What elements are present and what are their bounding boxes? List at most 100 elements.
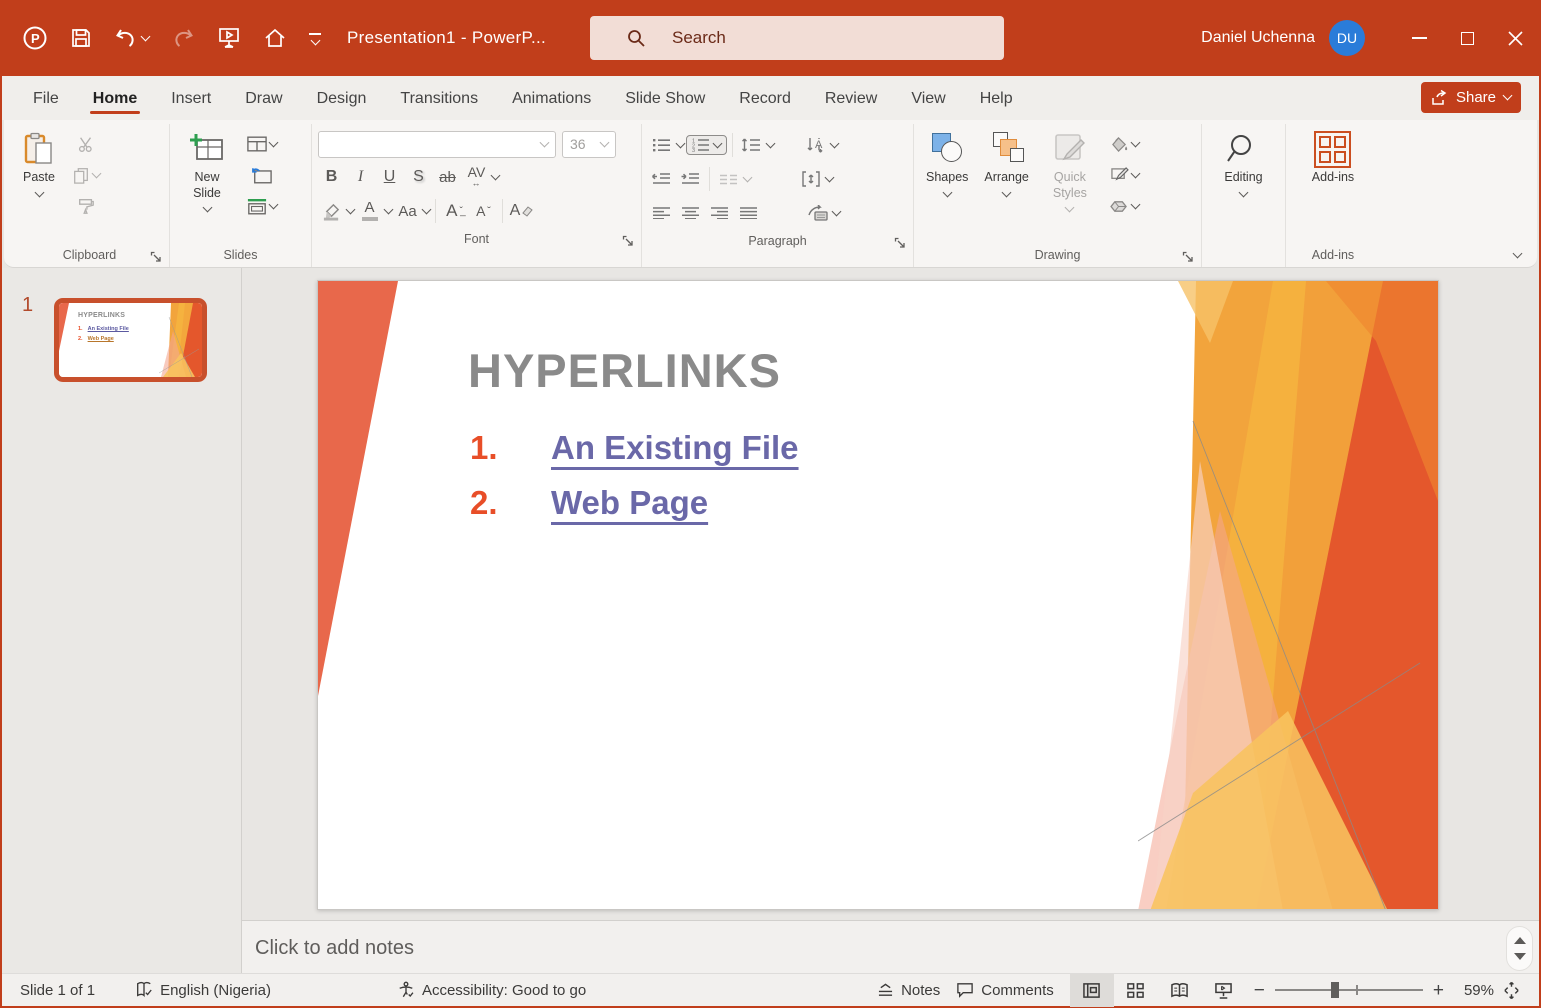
line-spacing-chevron[interactable] [765,138,776,148]
text-direction-chevron[interactable] [829,138,840,148]
home-button[interactable] [263,26,287,50]
minimize-button[interactable] [1395,0,1443,76]
character-spacing-button[interactable]: AV ↔ [463,164,490,191]
bullets-button[interactable] [648,132,675,159]
change-case-button[interactable]: Aa [394,198,421,225]
numbering-chevron[interactable] [712,138,723,148]
spell-check-button[interactable]: English (Nigeria) [127,974,279,1007]
slide-sorter-view-button[interactable] [1114,974,1158,1007]
tab-view[interactable]: View [894,81,962,116]
align-center-button[interactable] [677,200,704,227]
highlight-chevron[interactable] [345,204,356,214]
undo-dropdown-chevron[interactable] [140,31,151,41]
search-box[interactable] [590,16,1004,60]
addins-button[interactable]: Add-ins [1306,126,1360,243]
arrange-chevron[interactable] [1001,187,1012,198]
new-slide-chevron[interactable] [202,202,212,213]
start-slideshow-button[interactable] [217,26,241,50]
convert-smartart-chevron[interactable] [831,206,842,216]
normal-view-button[interactable] [1069,973,1114,1007]
shape-effects-button[interactable] [1105,192,1145,220]
zoom-in-button[interactable]: + [1433,981,1444,1000]
slide[interactable]: HYPERLINKS 1. An Existing File 2. Web Pa… [317,280,1439,910]
arrange-button[interactable]: Arrange [978,126,1034,243]
align-right-button[interactable] [706,200,733,227]
tab-insert[interactable]: Insert [154,81,228,116]
decrease-font-button[interactable]: A ˘ [470,198,497,225]
increase-font-button[interactable]: A ˇ̲ [441,198,468,225]
search-input[interactable] [672,28,972,48]
italic-button[interactable]: I [347,164,374,191]
comments-toggle-button[interactable]: Comments [948,974,1062,1007]
text-shadow-button[interactable]: S [405,164,432,191]
text-direction-button[interactable]: A [802,132,829,159]
tab-file[interactable]: File [16,81,76,116]
paste-chevron[interactable] [34,187,44,198]
clear-formatting-button[interactable]: A [508,198,535,225]
save-button[interactable] [70,27,92,49]
underline-button[interactable]: U [376,164,403,191]
decrease-indent-button[interactable] [648,166,675,193]
new-slide-button[interactable]: New Slide [176,126,238,243]
shape-fill-button[interactable] [1105,130,1145,158]
clipboard-dialog-launcher[interactable] [150,251,161,262]
tab-record[interactable]: Record [722,81,808,116]
customize-qat-button[interactable] [309,32,321,45]
tab-slide-show[interactable]: Slide Show [608,81,722,116]
tab-design[interactable]: Design [300,81,384,116]
drawing-dialog-launcher[interactable] [1182,251,1193,262]
editing-chevron[interactable] [1238,187,1249,198]
slide-indicator[interactable]: Slide 1 of 1 [12,974,103,1007]
slide-layout-button[interactable] [242,130,282,158]
font-color-button[interactable]: A [356,198,383,225]
strikethrough-button[interactable]: ab [434,164,461,191]
close-button[interactable] [1491,0,1539,76]
share-button[interactable]: Share [1420,82,1521,113]
editing-button[interactable]: Editing [1218,126,1268,243]
collapse-ribbon-chevron[interactable] [1512,248,1523,259]
align-left-button[interactable] [648,200,675,227]
align-text-button[interactable] [797,166,824,193]
next-slide-button[interactable] [1513,953,1526,961]
font-size-combo[interactable] [562,130,616,158]
change-case-chevron[interactable] [421,204,432,214]
reset-slide-button[interactable] [242,161,282,189]
tab-home[interactable]: Home [76,81,154,116]
highlight-button[interactable] [318,198,345,225]
section-button[interactable] [242,192,282,220]
app-menu-button[interactable]: P [22,25,48,51]
notes-placeholder[interactable]: Click to add notes [255,937,414,960]
reading-view-button[interactable] [1158,974,1202,1007]
line-spacing-button[interactable] [738,132,765,159]
zoom-slider-thumb[interactable] [1331,982,1340,998]
notes-pane[interactable]: Click to add notes [242,920,1539,975]
font-name-combo[interactable] [318,130,556,158]
fit-slide-to-window-button[interactable] [1494,974,1529,1007]
character-spacing-chevron[interactable] [490,170,501,180]
hyperlink-web-page[interactable]: Web Page [551,484,708,522]
tab-animations[interactable]: Animations [495,81,608,116]
zoom-percentage[interactable]: 59% [1452,982,1494,999]
convert-smartart-button[interactable] [804,200,831,227]
align-text-chevron[interactable] [824,172,835,182]
previous-slide-button[interactable] [1513,936,1526,944]
justify-button[interactable] [735,200,762,227]
maximize-button[interactable] [1443,0,1491,76]
accessibility-checker-button[interactable]: Accessibility: Good to go [389,974,594,1007]
columns-chevron[interactable] [742,172,753,182]
increase-indent-button[interactable] [677,166,704,193]
slide-title-text[interactable]: HYPERLINKS [468,343,781,398]
font-name-input[interactable] [326,136,542,152]
shapes-button[interactable]: Shapes [920,126,974,243]
undo-button[interactable] [114,27,151,49]
tab-draw[interactable]: Draw [228,81,299,116]
bullets-chevron[interactable] [675,138,686,148]
font-color-chevron[interactable] [383,204,394,214]
tab-transitions[interactable]: Transitions [383,81,495,116]
slideshow-view-button[interactable] [1202,974,1246,1007]
font-dialog-launcher[interactable] [622,235,633,246]
tab-review[interactable]: Review [808,81,894,116]
user-avatar[interactable]: DU [1329,20,1365,56]
notes-toggle-button[interactable]: Notes [869,974,948,1007]
tab-help[interactable]: Help [963,81,1030,116]
